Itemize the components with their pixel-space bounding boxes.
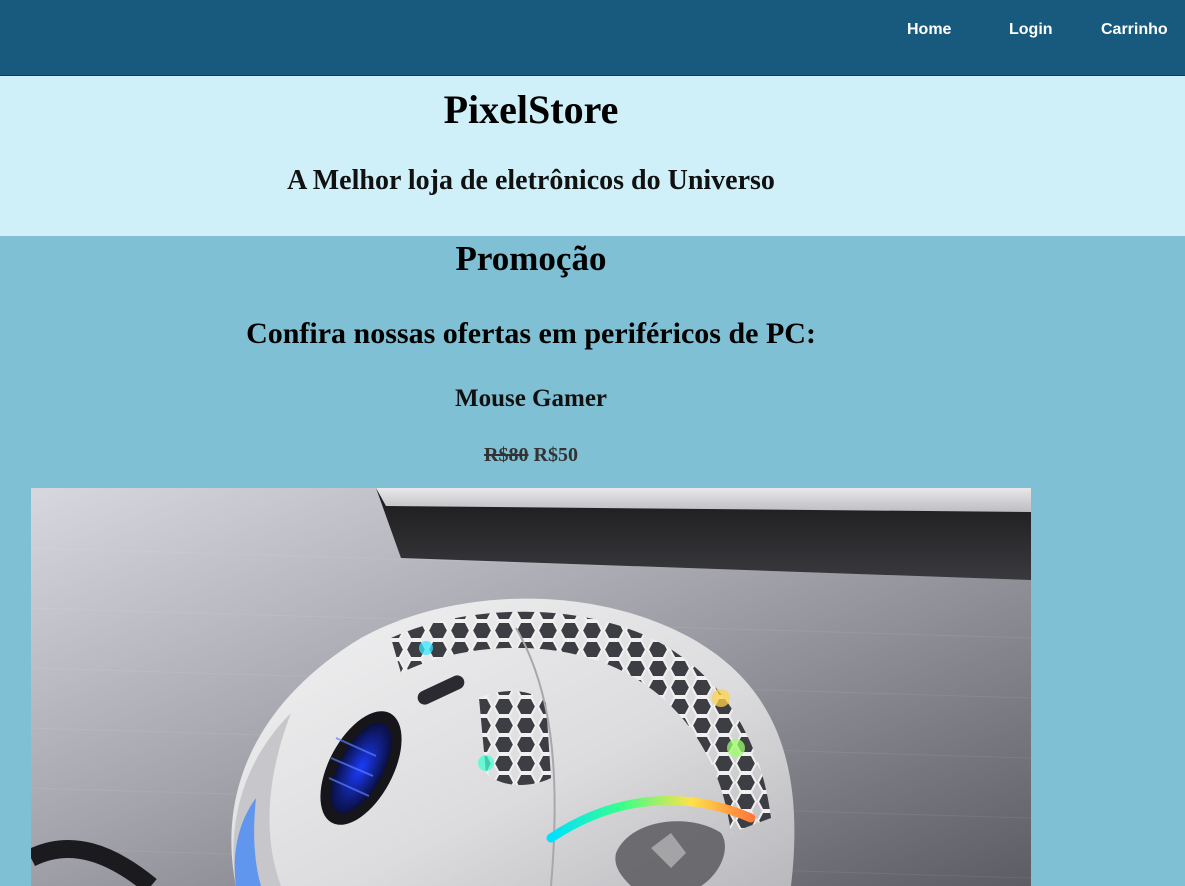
store-title: PixelStore	[443, 87, 619, 132]
gaming-mouse-photo-icon	[31, 488, 1031, 886]
promo-subtitle: Confira nossas ofertas em periféricos de…	[246, 317, 816, 350]
nav-cart-link[interactable]: Carrinho	[1101, 21, 1168, 39]
top-navbar: Home Login Carrinho	[0, 0, 1185, 76]
nav-home-link[interactable]: Home	[907, 21, 951, 39]
product-image	[31, 488, 1031, 886]
nav-login-link[interactable]: Login	[1009, 21, 1053, 39]
store-tagline: A Melhor loja de eletrônicos do Universo	[287, 165, 775, 196]
store-header: PixelStore A Melhor loja de eletrônicos …	[0, 76, 1185, 236]
product-name: Mouse Gamer	[454, 385, 608, 412]
promo-title: Promoção	[455, 239, 607, 278]
old-price: R$80	[484, 444, 529, 466]
product-price: R$80 R$50	[0, 443, 1062, 467]
promo-section: Promoção Confira nossas ofertas em perif…	[0, 236, 1185, 886]
new-price: R$50	[533, 444, 578, 466]
